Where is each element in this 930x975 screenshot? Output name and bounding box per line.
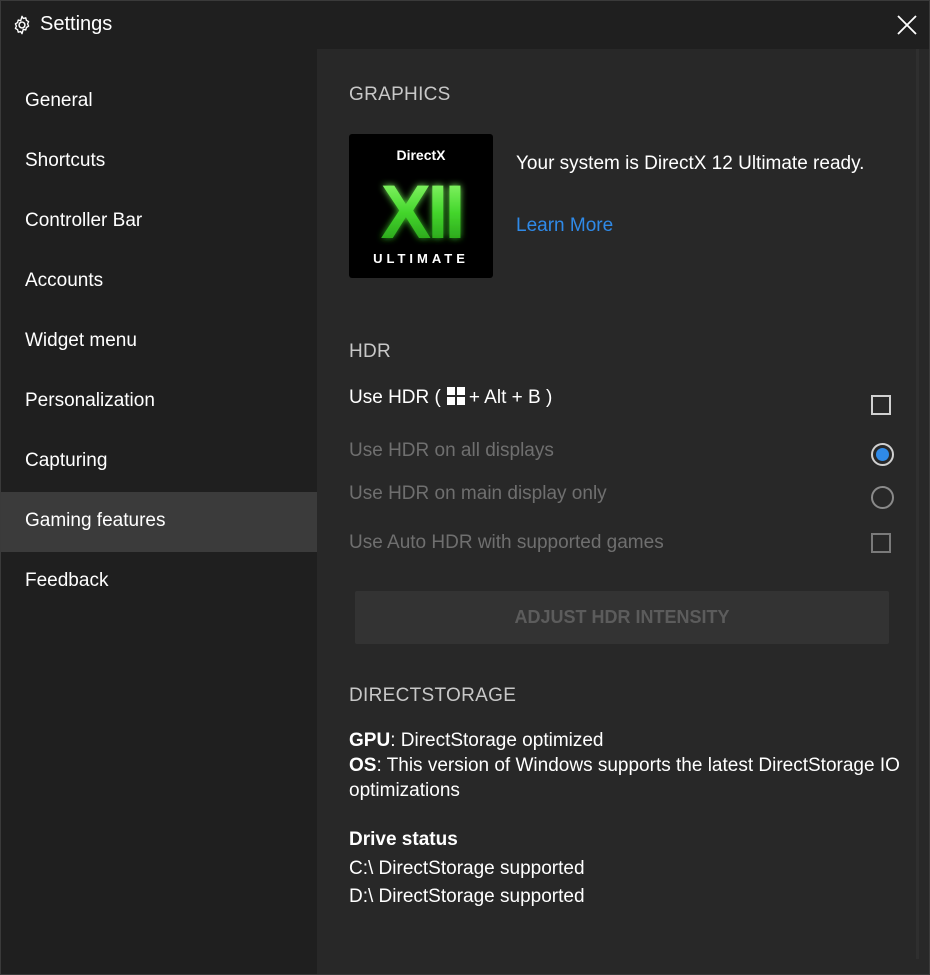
sidebar-item-feedback[interactable]: Feedback — [1, 552, 317, 612]
hdr-heading: HDR — [349, 341, 392, 362]
os-status: OS: This version of Windows supports the… — [349, 755, 900, 801]
gpu-status: GPU: DirectStorage optimized — [349, 730, 604, 751]
sidebar-item-label: Shortcuts — [25, 150, 106, 171]
drive-status-block: Drive status C:\ DirectStorage supported… — [349, 827, 909, 909]
drive-status-d: D:\ DirectStorage supported — [349, 886, 585, 907]
close-icon[interactable] — [895, 13, 919, 37]
content-pane: GRAPHICS DirectX XII ULTIMATE Your syste… — [317, 49, 929, 974]
title-bar: Settings — [1, 1, 929, 49]
sidebar-item-accounts[interactable]: Accounts — [1, 252, 317, 312]
sidebar-item-label: Controller Bar — [25, 210, 143, 231]
sidebar-item-label: Feedback — [25, 570, 109, 591]
hdr-main-display-radio[interactable] — [871, 486, 894, 509]
drive-status-heading: Drive status — [349, 829, 458, 850]
svg-text:XII: XII — [381, 170, 462, 255]
sidebar-item-personalization[interactable]: Personalization — [1, 372, 317, 432]
adjust-hdr-intensity-button[interactable]: ADJUST HDR INTENSITY — [355, 591, 889, 644]
sidebar-item-shortcuts[interactable]: Shortcuts — [1, 132, 317, 192]
sidebar-item-label: Widget menu — [25, 330, 137, 351]
use-hdr-checkbox[interactable] — [871, 395, 891, 415]
sidebar: General Shortcuts Controller Bar Account… — [1, 49, 317, 974]
sidebar-item-widget-menu[interactable]: Widget menu — [1, 312, 317, 372]
settings-window: Settings General Shortcuts Controller Ba… — [0, 0, 930, 975]
svg-text:DirectX: DirectX — [396, 147, 446, 163]
windows-key-icon — [446, 387, 465, 405]
sidebar-item-controller-bar[interactable]: Controller Bar — [1, 192, 317, 252]
sidebar-item-label: Personalization — [25, 390, 155, 411]
directstorage-heading: DIRECTSTORAGE — [349, 685, 517, 706]
hdr-main-display-label: Use HDR on main display only — [349, 483, 607, 504]
directstorage-info: GPU: DirectStorage optimized OS: This ve… — [349, 728, 909, 803]
sidebar-item-label: Accounts — [25, 270, 104, 291]
sidebar-item-general[interactable]: General — [1, 72, 317, 132]
svg-text:ULTIMATE: ULTIMATE — [373, 251, 469, 266]
use-hdr-label: Use HDR ( + Alt + B ) — [349, 387, 552, 409]
use-hdr-label-suffix: + Alt + B ) — [468, 387, 553, 408]
drive-status-c: C:\ DirectStorage supported — [349, 858, 585, 879]
scrollbar[interactable] — [916, 49, 919, 959]
auto-hdr-checkbox[interactable] — [871, 533, 891, 553]
window-title: Settings — [40, 13, 113, 35]
gear-icon — [14, 15, 30, 35]
auto-hdr-label: Use Auto HDR with supported games — [349, 532, 664, 553]
hdr-all-displays-label: Use HDR on all displays — [349, 440, 554, 461]
sidebar-item-label: General — [25, 90, 93, 111]
sidebar-item-label: Gaming features — [25, 510, 166, 531]
sidebar-item-gaming-features[interactable]: Gaming features — [1, 492, 317, 552]
use-hdr-label-prefix: Use HDR ( — [349, 387, 441, 408]
learn-more-link[interactable]: Learn More — [516, 215, 613, 237]
directx-12-ultimate-logo: DirectX XII ULTIMATE — [349, 134, 493, 278]
directx-status-text: Your system is DirectX 12 Ultimate ready… — [516, 153, 865, 174]
graphics-heading: GRAPHICS — [349, 84, 451, 105]
sidebar-item-label: Capturing — [25, 450, 108, 471]
hdr-all-displays-radio[interactable] — [871, 443, 894, 466]
sidebar-item-capturing[interactable]: Capturing — [1, 432, 317, 492]
